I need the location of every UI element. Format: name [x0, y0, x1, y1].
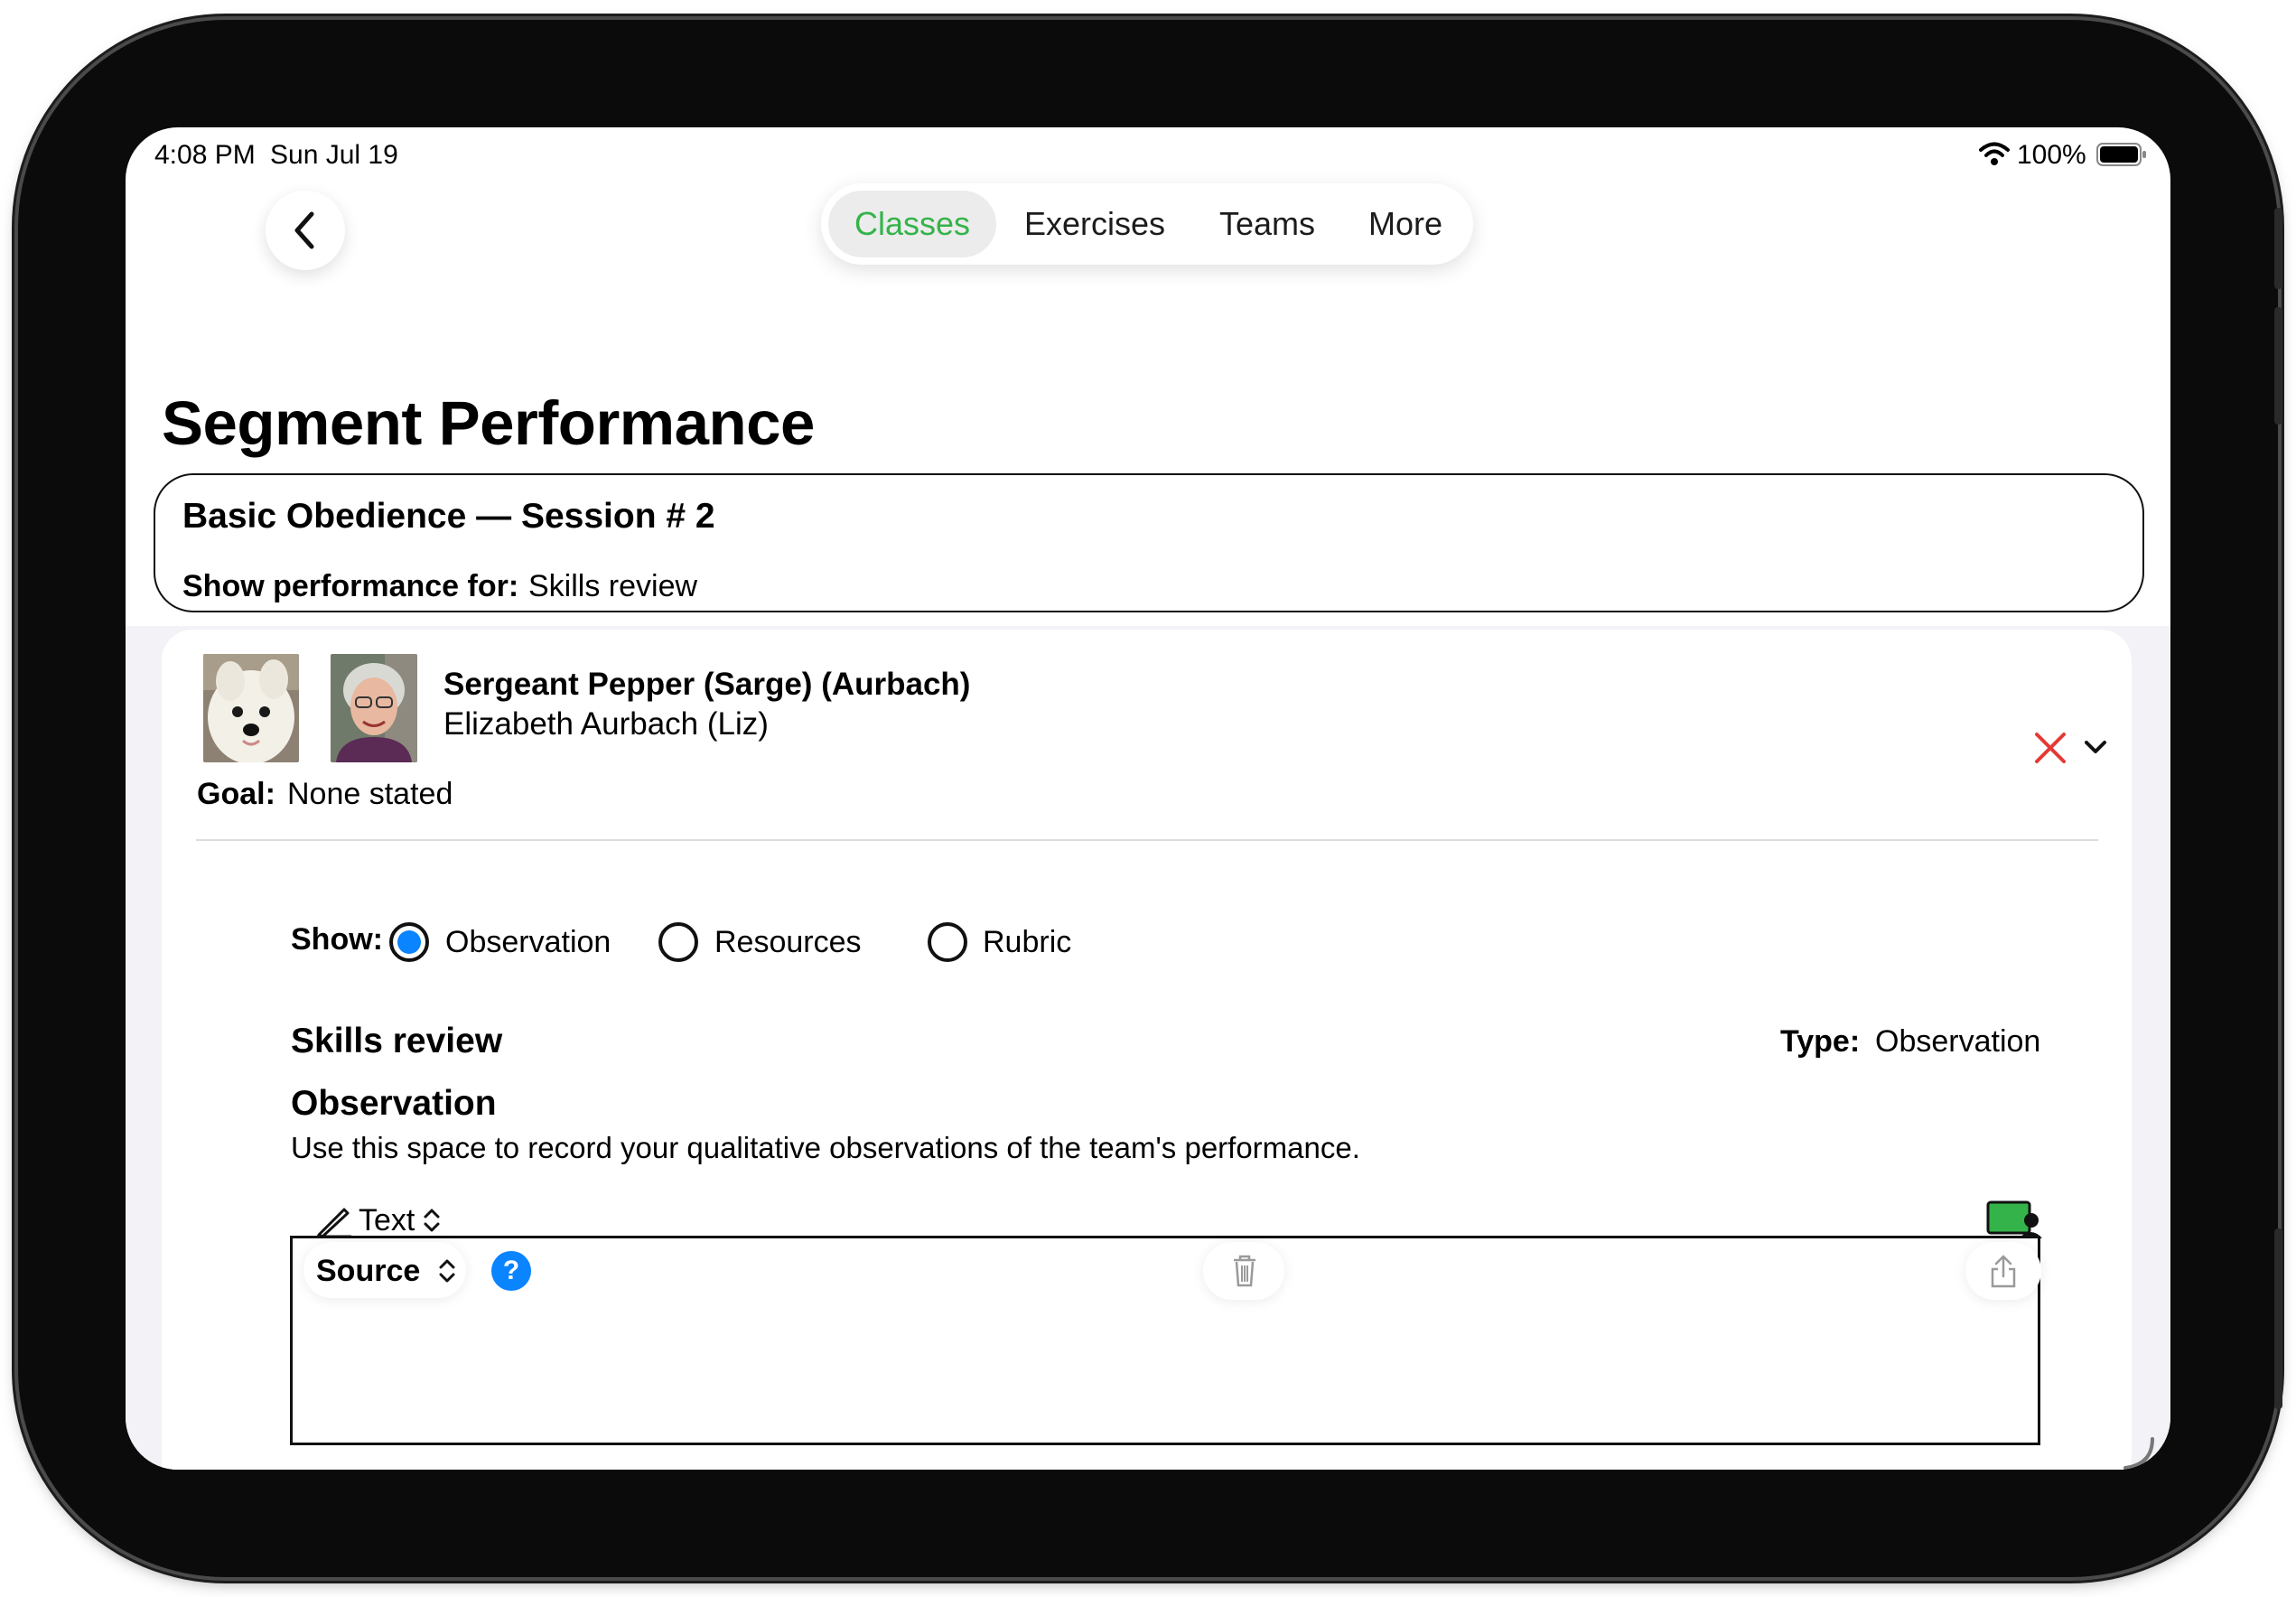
- radio-rubric-label[interactable]: Rubric: [983, 925, 1071, 960]
- radio-observation-label[interactable]: Observation: [445, 925, 611, 960]
- handler-name: Elizabeth Aurbach (Liz): [443, 706, 769, 742]
- share-button[interactable]: [1965, 1242, 2041, 1300]
- battery-icon: [2096, 143, 2147, 166]
- trash-icon: [1234, 1255, 1255, 1287]
- session-name: Basic Obedience — Session # 2: [182, 497, 715, 536]
- radio-resources-label[interactable]: Resources: [714, 925, 862, 960]
- goal-value: None stated: [287, 777, 453, 811]
- back-button[interactable]: [266, 191, 345, 270]
- radio-resources[interactable]: [658, 922, 698, 962]
- question-icon: ?: [502, 1256, 520, 1285]
- top-tab-bar: Classes Exercises Teams More: [821, 183, 1473, 265]
- show-label: Show:: [291, 922, 383, 957]
- present-button[interactable]: [1986, 1200, 2042, 1240]
- status-time: 4:08 PM: [154, 140, 256, 170]
- text-mode-label: Text: [359, 1202, 415, 1237]
- trash-button[interactable]: [1203, 1242, 1284, 1300]
- resize-handle-icon[interactable]: [2120, 1435, 2156, 1470]
- segment-heading: Skills review: [291, 1022, 503, 1060]
- dog-photo: [203, 654, 299, 762]
- goal-label: Goal:: [197, 777, 275, 811]
- volume-button: [2274, 208, 2282, 289]
- tab-classes[interactable]: Classes: [828, 191, 996, 257]
- radio-observation[interactable]: [389, 922, 429, 962]
- type-label: Type:: [1780, 1024, 1861, 1059]
- observation-editor[interactable]: Source ?: [290, 1236, 2041, 1445]
- screen-person-icon: [1986, 1200, 2042, 1238]
- status-date: Sun Jul 19: [270, 140, 398, 170]
- dog-name: Sergeant Pepper (Sarge) (Aurbach): [443, 667, 971, 702]
- chevron-updown-icon: [439, 1259, 455, 1283]
- type-value: Observation: [1875, 1024, 2041, 1059]
- screen: 4:08 PM Sun Jul 19 100% Classes Exercise…: [126, 127, 2170, 1470]
- divider: [196, 839, 2098, 841]
- observation-heading: Observation: [291, 1084, 497, 1123]
- chevron-left-icon: [294, 211, 314, 249]
- page-title: Segment Performance: [162, 388, 815, 458]
- chevron-updown-icon: [424, 1209, 440, 1232]
- expand-button[interactable]: [2083, 738, 2108, 758]
- remove-team-button[interactable]: [2034, 732, 2067, 764]
- share-icon: [1991, 1255, 2016, 1288]
- chevron-down-icon: [2085, 741, 2106, 753]
- text-mode-selector[interactable]: Text: [315, 1202, 442, 1238]
- x-icon: [2035, 733, 2066, 763]
- observation-description: Use this space to record your qualitativ…: [291, 1131, 1360, 1164]
- source-button[interactable]: Source: [303, 1242, 466, 1298]
- session-summary[interactable]: Basic Obedience — Session # 2 Show perfo…: [154, 473, 2144, 612]
- handler-photo: [331, 654, 417, 762]
- volume-button-2: [2274, 307, 2282, 425]
- pencil-icon: [317, 1208, 351, 1238]
- tab-exercises[interactable]: Exercises: [1005, 191, 1184, 257]
- battery-percent: 100%: [2017, 140, 2086, 170]
- observation-text-area[interactable]: [311, 1320, 2018, 1428]
- radio-rubric[interactable]: [928, 922, 967, 962]
- tab-teams[interactable]: Teams: [1193, 191, 1341, 257]
- tab-more[interactable]: More: [1345, 191, 1466, 257]
- source-label: Source: [316, 1254, 421, 1288]
- wifi-icon: [1979, 140, 2010, 167]
- show-performance-label: Show performance for:: [182, 569, 519, 603]
- help-button[interactable]: ?: [491, 1251, 531, 1291]
- show-performance-value: Skills review: [528, 569, 698, 603]
- side-button: [2274, 1228, 2282, 1409]
